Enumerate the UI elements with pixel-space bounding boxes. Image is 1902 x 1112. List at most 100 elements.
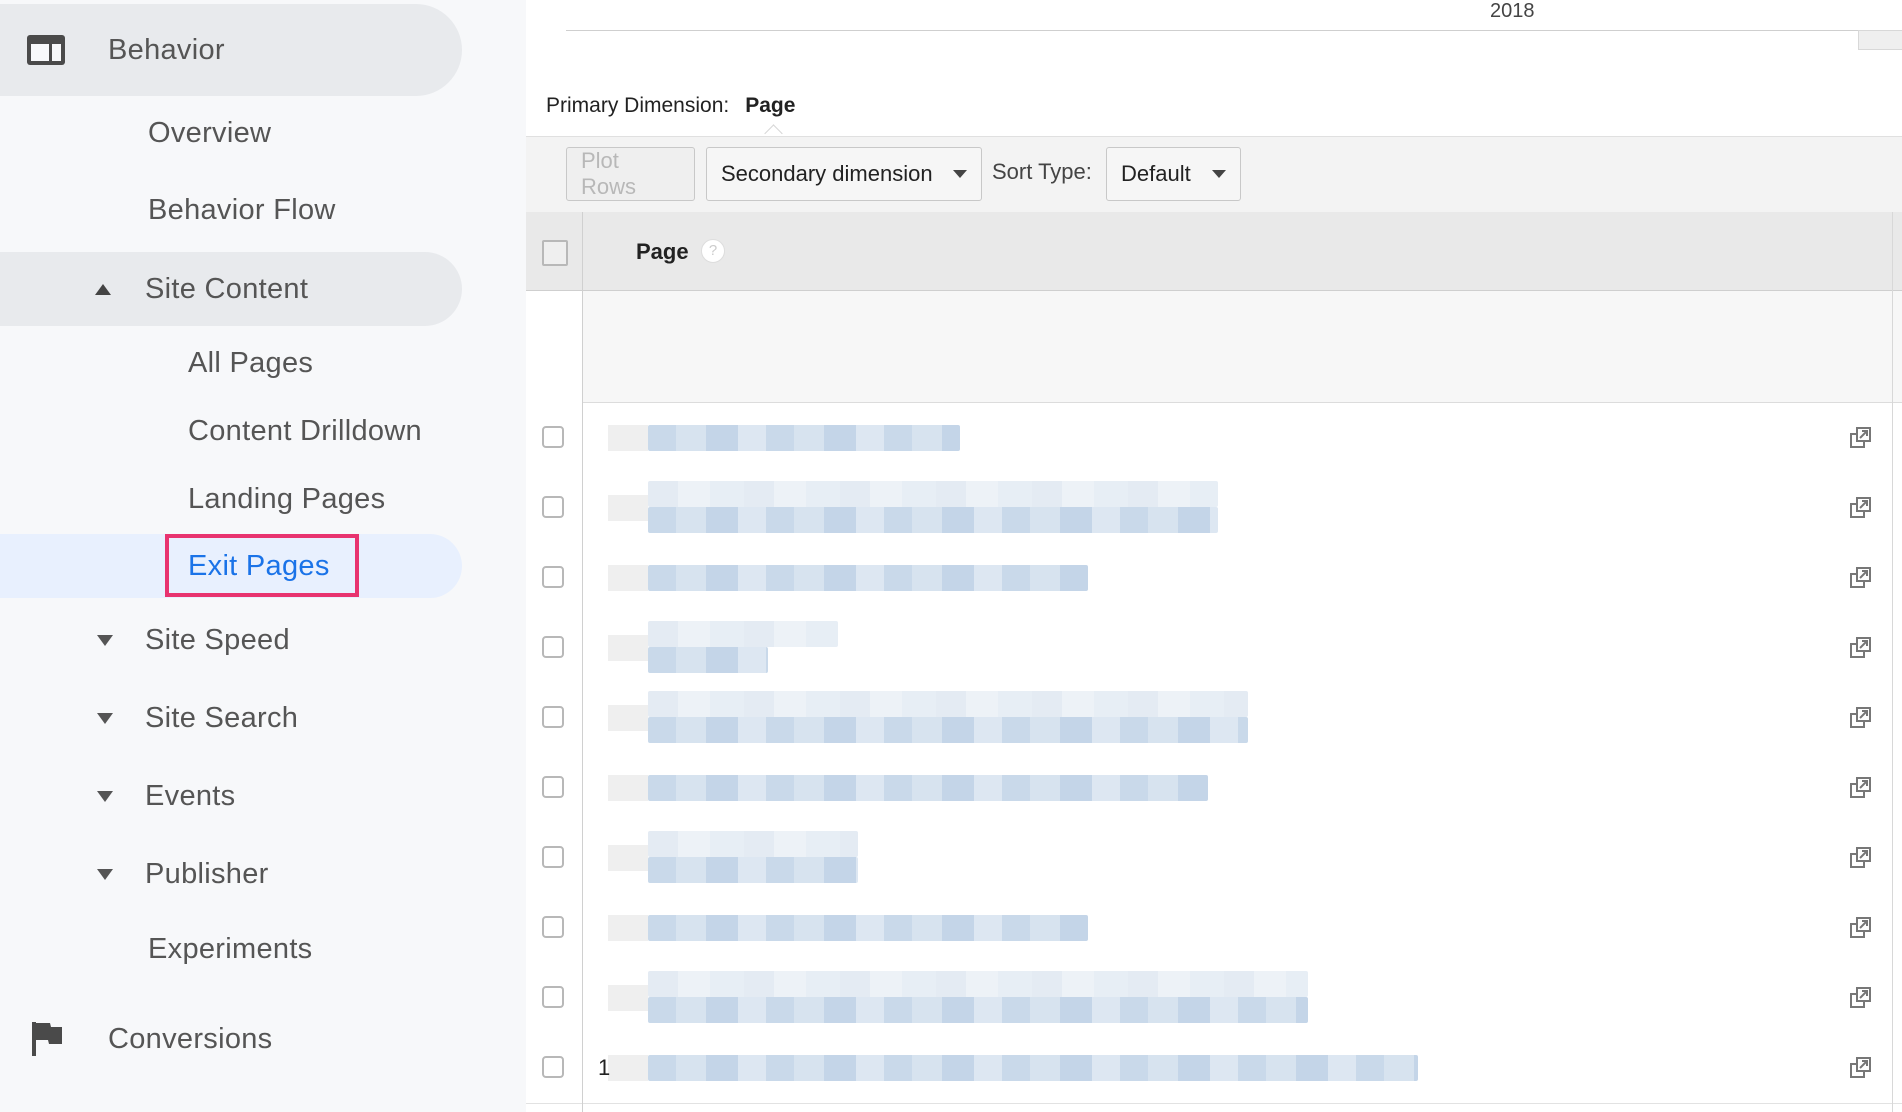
- behavior-icon: [27, 35, 65, 65]
- redacted-page-url[interactable]: [648, 507, 1218, 533]
- plot-rows-button[interactable]: Plot Rows: [566, 147, 695, 201]
- primary-dimension-value[interactable]: Page: [745, 94, 795, 118]
- sidebar-item-conversions-label: Conversions: [108, 1022, 273, 1055]
- redacted-page-url[interactable]: [648, 971, 1308, 997]
- chart-scroll-handle[interactable]: [1858, 30, 1902, 50]
- table-row[interactable]: [526, 963, 1902, 1034]
- external-link-icon[interactable]: [1850, 987, 1872, 1009]
- redacted-text: [608, 775, 648, 801]
- external-link-icon[interactable]: [1850, 847, 1872, 869]
- redacted-page-url[interactable]: [648, 717, 1248, 743]
- external-link-icon[interactable]: [1850, 427, 1872, 449]
- caret-down-icon: [97, 712, 113, 724]
- row-checkbox[interactable]: [542, 776, 564, 798]
- exit-pages-highlight-box: [165, 534, 359, 597]
- caret-down-icon: [97, 634, 113, 646]
- external-link-icon[interactable]: [1850, 777, 1872, 799]
- redacted-page-url[interactable]: [648, 425, 960, 451]
- sidebar-item-all-pages[interactable]: All Pages: [188, 338, 313, 388]
- sidebar-item-site-speed[interactable]: Site Speed: [97, 615, 290, 665]
- sidebar-nav: Behavior Overview Behavior Flow Site Con…: [0, 0, 526, 1112]
- row-checkbox[interactable]: [542, 566, 564, 588]
- sidebar-item-landing-pages-label: Landing Pages: [188, 482, 386, 515]
- external-link-icon[interactable]: [1850, 917, 1872, 939]
- redacted-page-url[interactable]: [648, 1055, 1418, 1081]
- help-icon[interactable]: ?: [701, 239, 725, 263]
- dropdown-arrow-icon: [953, 170, 967, 178]
- sort-type-value: Default: [1121, 161, 1191, 186]
- redacted-page-url[interactable]: [648, 857, 858, 883]
- table-row[interactable]: [526, 753, 1902, 824]
- redacted-text: [608, 635, 648, 661]
- page-column-header[interactable]: Page: [636, 239, 689, 265]
- external-link-icon[interactable]: [1850, 637, 1872, 659]
- sidebar-item-site-search-label: Site Search: [145, 701, 299, 734]
- sidebar-item-site-content[interactable]: Site Content: [95, 252, 308, 326]
- sidebar-item-content-drilldown-label: Content Drilldown: [188, 414, 422, 447]
- caret-down-icon: [97, 790, 113, 802]
- table-row[interactable]: [526, 893, 1902, 964]
- table-row[interactable]: [526, 403, 1902, 474]
- external-link-icon[interactable]: [1850, 567, 1872, 589]
- sidebar-item-experiments[interactable]: Experiments: [148, 924, 312, 974]
- table-row[interactable]: [526, 823, 1902, 894]
- secondary-dimension-dropdown[interactable]: Secondary dimension: [706, 147, 982, 201]
- redacted-page-url[interactable]: [648, 621, 838, 647]
- redacted-text: [608, 425, 648, 451]
- row-checkbox[interactable]: [542, 636, 564, 658]
- redacted-text: [608, 565, 648, 591]
- sort-type-dropdown[interactable]: Default: [1106, 147, 1241, 201]
- chart-axis-line: [566, 30, 1884, 31]
- sidebar-item-overview[interactable]: Overview: [148, 108, 271, 158]
- table-toolbar: Plot Rows Secondary dimension Sort Type:…: [526, 136, 1902, 213]
- sidebar-item-behavior[interactable]: Behavior: [26, 4, 225, 96]
- redacted-text: [608, 845, 648, 871]
- row-checkbox[interactable]: [542, 846, 564, 868]
- sidebar-item-overview-label: Overview: [148, 116, 272, 149]
- row-checkbox[interactable]: [542, 1056, 564, 1078]
- sidebar-item-all-pages-label: All Pages: [188, 346, 314, 379]
- caret-up-icon: [95, 283, 111, 295]
- row-checkbox[interactable]: [542, 426, 564, 448]
- redacted-page-url[interactable]: [648, 565, 1088, 591]
- sidebar-item-conversions[interactable]: Conversions: [30, 1013, 273, 1065]
- external-link-icon[interactable]: [1850, 1057, 1872, 1079]
- table-row[interactable]: 1: [526, 1033, 1902, 1104]
- sidebar-item-behavior-flow-label: Behavior Flow: [148, 193, 336, 226]
- table-header: Page ?: [526, 212, 1902, 291]
- redacted-page-url[interactable]: [648, 647, 768, 673]
- redacted-page-url[interactable]: [648, 691, 1248, 717]
- primary-dimension-row: Primary Dimension: Page: [546, 94, 795, 118]
- redacted-text: [608, 705, 648, 731]
- table-row[interactable]: [526, 543, 1902, 614]
- redacted-page-url[interactable]: [648, 775, 1208, 801]
- row-checkbox[interactable]: [542, 706, 564, 728]
- redacted-text: [608, 985, 648, 1011]
- row-checkbox[interactable]: [542, 496, 564, 518]
- secondary-dimension-label: Secondary dimension: [721, 161, 933, 186]
- redacted-page-url[interactable]: [648, 481, 1218, 507]
- sidebar-item-experiments-label: Experiments: [148, 932, 313, 965]
- table-row[interactable]: [526, 683, 1902, 754]
- external-link-icon[interactable]: [1850, 707, 1872, 729]
- sidebar-item-content-drilldown[interactable]: Content Drilldown: [188, 406, 422, 456]
- redacted-page-url[interactable]: [648, 915, 1088, 941]
- redacted-page-url[interactable]: [648, 997, 1308, 1023]
- caret-down-icon: [97, 868, 113, 880]
- row-checkbox[interactable]: [542, 986, 564, 1008]
- select-all-checkbox[interactable]: [542, 240, 568, 266]
- primary-dimension-label: Primary Dimension:: [546, 94, 730, 117]
- plot-rows-label: Plot Rows: [581, 148, 637, 199]
- redacted-page-url[interactable]: [648, 831, 858, 857]
- row-checkbox[interactable]: [542, 916, 564, 938]
- chart-year-label: 2018: [1490, 0, 1535, 22]
- flag-icon: [32, 1022, 62, 1056]
- external-link-icon[interactable]: [1850, 497, 1872, 519]
- sidebar-item-landing-pages[interactable]: Landing Pages: [188, 474, 385, 524]
- sidebar-item-publisher[interactable]: Publisher: [97, 849, 269, 899]
- table-row[interactable]: [526, 473, 1902, 544]
- sidebar-item-behavior-flow[interactable]: Behavior Flow: [148, 185, 336, 235]
- sidebar-item-events[interactable]: Events: [97, 771, 235, 821]
- table-row[interactable]: [526, 613, 1902, 684]
- sidebar-item-site-search[interactable]: Site Search: [97, 693, 298, 743]
